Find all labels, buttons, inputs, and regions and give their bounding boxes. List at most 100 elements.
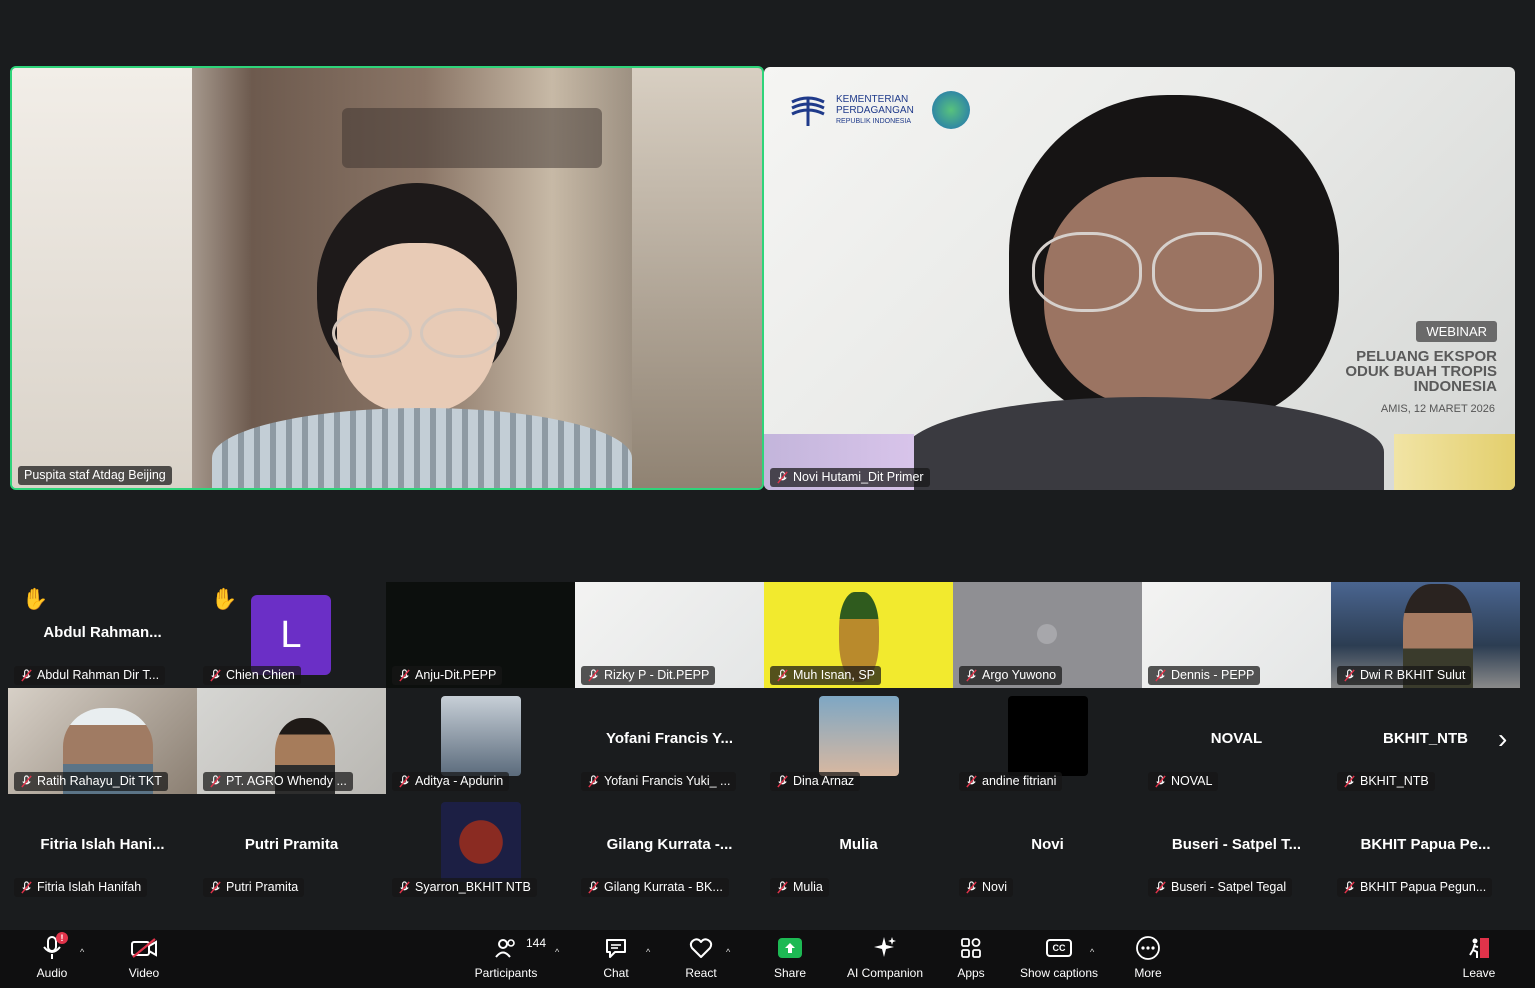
ministry-logo: KEMENTERIAN PERDAGANGAN REPUBLIK INDONES…: [788, 91, 970, 129]
participant-tile[interactable]: Aditya - Apdurin: [386, 688, 575, 794]
participant-name-label: Abdul Rahman Dir T...: [14, 666, 166, 685]
participant-tile[interactable]: BKHIT_NTB BKHIT_NTB: [1331, 688, 1520, 794]
participant-name-label: BKHIT_NTB: [1337, 772, 1435, 791]
participant-name-label: BKHIT Papua Pegun...: [1337, 878, 1493, 897]
participant-tile[interactable]: NOVAL NOVAL: [1142, 688, 1331, 794]
participant-display-name: BKHIT Papua Pe...: [1360, 836, 1491, 853]
chat-button[interactable]: Chat: [571, 934, 661, 980]
mic-muted-icon: [1155, 775, 1166, 788]
participant-tile[interactable]: Ratih Rahayu_Dit TKT: [8, 688, 197, 794]
participant-display-name: Novi: [1031, 836, 1064, 853]
participant-tile[interactable]: ✋ L Chien Chien: [197, 582, 386, 688]
mic-muted-icon: [399, 669, 410, 682]
participant-name-label: Ratih Rahayu_Dit TKT: [14, 772, 168, 791]
gallery-next-button[interactable]: ›: [1498, 724, 1507, 754]
raised-hand-icon: ✋: [211, 588, 238, 611]
participant-display-name: Yofani Francis Y...: [606, 730, 733, 747]
participants-button[interactable]: 144 Participants: [461, 934, 551, 980]
participant-tile[interactable]: Syarron_BKHIT NTB: [386, 794, 575, 900]
participant-tile[interactable]: Buseri - Satpel T... Buseri - Satpel Tega…: [1142, 794, 1331, 900]
chat-icon: [606, 939, 626, 958]
participant-tile[interactable]: Dennis - PEPP: [1142, 582, 1331, 688]
mic-muted-icon: [21, 881, 32, 894]
participant-photo: [818, 696, 899, 776]
ministry-line-2: PERDAGANGAN: [836, 104, 914, 116]
participant-tile[interactable]: ✋ Abdul Rahman... Abdul Rahman Dir T...: [8, 582, 197, 688]
chat-options-caret[interactable]: ^: [646, 947, 650, 957]
audio-alert-badge: !: [56, 932, 68, 944]
participant-photo: [1007, 696, 1088, 776]
sparkle-icon: [874, 937, 896, 957]
video-button[interactable]: Video: [99, 934, 189, 980]
apps-button[interactable]: Apps: [926, 934, 1016, 980]
mic-muted-icon: [210, 881, 221, 894]
ministry-line-3: REPUBLIK INDONESIA: [836, 117, 912, 125]
participant-name-label: Buseri - Satpel Tegal: [1148, 878, 1293, 897]
show-captions-button[interactable]: CC Show captions: [1014, 934, 1104, 980]
participant-tile[interactable]: Novi Novi: [953, 794, 1142, 900]
participant-tile[interactable]: Fitria Islah Hani... Fitria Islah Hanifah: [8, 794, 197, 900]
audio-options-caret[interactable]: ^: [80, 947, 84, 957]
active-speaker-video[interactable]: Puspita staf Atdag Beijing: [10, 66, 764, 490]
participant-tile[interactable]: andine fitriani: [953, 688, 1142, 794]
participant-tile[interactable]: Muh Isnan, SP: [764, 582, 953, 688]
more-dots-icon: [1136, 936, 1160, 960]
mic-muted-icon: [1344, 881, 1355, 894]
video-off-icon: [131, 938, 157, 958]
meeting-toolbar: ! Audio ^ Video 144 Participants ^ Chat …: [0, 930, 1535, 988]
participant-name-label: Novi: [959, 878, 1014, 897]
participants-count: 144: [526, 936, 547, 950]
mic-muted-icon: [1344, 775, 1355, 788]
participant-tile[interactable]: Argo Yuwono: [953, 582, 1142, 688]
mic-muted-icon: [777, 881, 788, 894]
participant-tile[interactable]: Rizky P - Dit.PEPP: [575, 582, 764, 688]
apps-grid-icon: [961, 938, 981, 958]
presenter-video[interactable]: KEMENTERIAN PERDAGANGAN REPUBLIK INDONES…: [764, 67, 1515, 490]
participant-photo: [440, 696, 521, 776]
ai-companion-button[interactable]: AI Companion: [840, 934, 930, 980]
emblem-icon: [931, 91, 970, 129]
participant-tile[interactable]: Putri Pramita Putri Pramita: [197, 794, 386, 900]
more-button[interactable]: More: [1103, 934, 1193, 980]
react-button[interactable]: React: [656, 934, 746, 980]
participant-name-label: NOVAL: [1148, 772, 1219, 791]
participants-options-caret[interactable]: ^: [555, 947, 559, 957]
participant-name-label: Dwi R BKHIT Sulut: [1337, 666, 1472, 685]
participant-name-label: Anju-Dit.PEPP: [392, 666, 503, 685]
mic-muted-icon: [1155, 881, 1166, 894]
participant-name-label: Dennis - PEPP: [1148, 666, 1261, 685]
participant-name-label: Mulia: [770, 878, 829, 897]
participant-display-name: Gilang Kurrata -...: [606, 836, 733, 853]
mic-muted-icon: [777, 775, 788, 788]
captions-options-caret[interactable]: ^: [1090, 947, 1094, 957]
participant-tile[interactable]: Dina Arnaz: [764, 688, 953, 794]
participant-name-label: Yofani Francis Yuki_ ...: [581, 772, 737, 791]
participant-tile[interactable]: Yofani Francis Y... Yofani Francis Yuki_ …: [575, 688, 764, 794]
leave-door-icon: [1469, 938, 1489, 958]
participant-tile[interactable]: Dwi R BKHIT Sulut: [1331, 582, 1520, 688]
cc-icon: CC: [1046, 939, 1072, 957]
speaker-name-label: Novi Hutami_Dit Primer: [770, 468, 930, 487]
participant-name-label: Argo Yuwono: [959, 666, 1063, 685]
mic-muted-icon: [588, 669, 599, 682]
participant-name-label: Syarron_BKHIT NTB: [392, 878, 537, 897]
avatar-placeholder: [1037, 624, 1057, 644]
participant-tile[interactable]: PT. AGRO Whendy ...: [197, 688, 386, 794]
participant-tile[interactable]: Mulia Mulia: [764, 794, 953, 900]
ministry-line-1: KEMENTERIAN: [836, 93, 909, 105]
participant-name-label: Muh Isnan, SP: [770, 666, 881, 685]
audio-button[interactable]: ! Audio: [7, 932, 97, 980]
participant-display-name: NOVAL: [1210, 730, 1263, 747]
participant-tile[interactable]: Gilang Kurrata -... Gilang Kurrata - BK..…: [575, 794, 764, 900]
leave-button[interactable]: Leave: [1434, 934, 1524, 980]
participant-tile[interactable]: Anju-Dit.PEPP: [386, 582, 575, 688]
heart-icon: [689, 938, 713, 958]
participant-display-name: Abdul Rahman...: [43, 624, 162, 641]
participants-icon: [495, 939, 515, 958]
participant-display-name: BKHIT_NTB: [1383, 730, 1468, 747]
participant-display-name: Mulia: [839, 836, 878, 853]
participant-tile[interactable]: BKHIT Papua Pe... BKHIT Papua Pegun...: [1331, 794, 1520, 900]
share-button[interactable]: Share: [745, 934, 835, 980]
participant-photo: [440, 802, 521, 882]
react-options-caret[interactable]: ^: [726, 947, 730, 957]
